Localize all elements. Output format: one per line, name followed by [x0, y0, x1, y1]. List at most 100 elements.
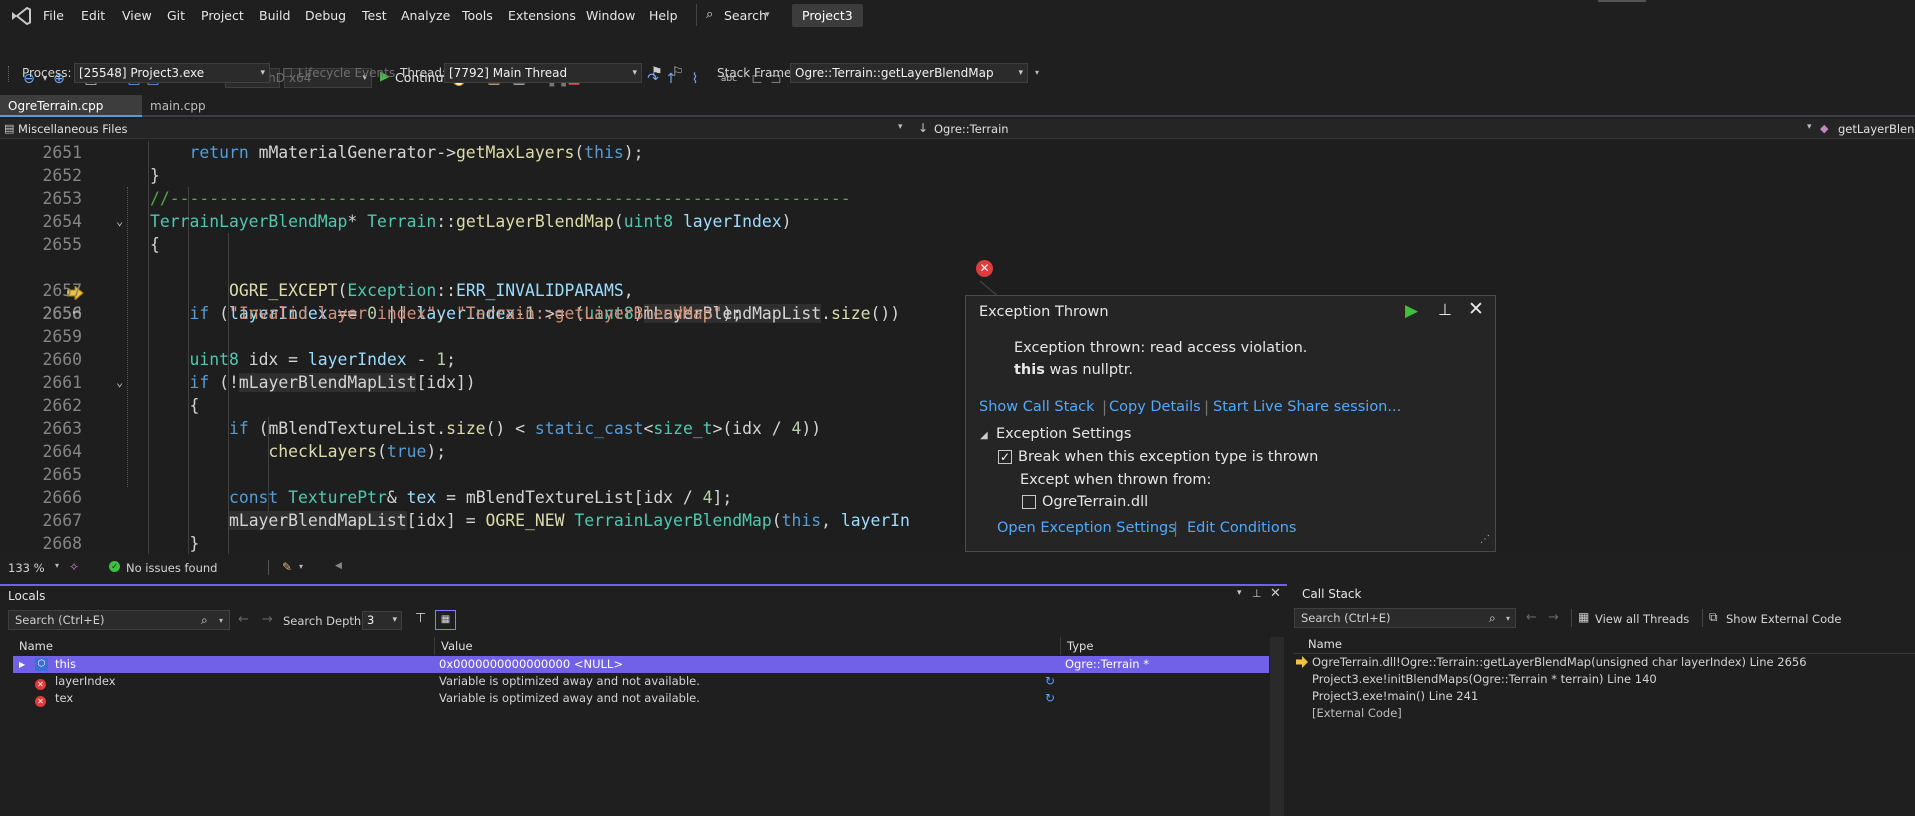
call-stack-frame[interactable]: Project3.exe!main() Line 241: [1294, 688, 1915, 705]
menu-help[interactable]: Help: [649, 8, 678, 23]
except-when-label: Except when thrown from:: [1020, 472, 1212, 488]
chevron-down-icon[interactable]: ▾: [55, 561, 59, 570]
zoom-level[interactable]: 133 %: [8, 561, 45, 575]
threads-icon[interactable]: ▦: [1578, 610, 1589, 624]
break-when-thrown-checkbox[interactable]: ✓ Break when this exception type is throw…: [998, 449, 1318, 465]
search-previous-icon[interactable]: ←: [238, 612, 249, 627]
view-all-threads-button[interactable]: View all Threads: [1595, 612, 1689, 626]
chevron-down-icon[interactable]: ▾: [219, 612, 223, 630]
table-row[interactable]: ✕ layerIndex Variable is optimized away …: [13, 673, 1269, 690]
tab-ogreterrain-cpp[interactable]: OgreTerrain.cpp: [0, 95, 142, 117]
exception-error-icon[interactable]: ✕: [976, 260, 993, 277]
menu-view[interactable]: View: [122, 8, 152, 23]
search-next-icon[interactable]: →: [1548, 610, 1559, 625]
copilot-icon[interactable]: ✧: [69, 560, 79, 574]
edit-conditions-link[interactable]: Edit Conditions: [1187, 520, 1296, 536]
issues-status[interactable]: No issues found: [126, 561, 217, 575]
column-header-name[interactable]: Name: [13, 637, 435, 655]
copy-details-link[interactable]: Copy Details: [1109, 399, 1201, 415]
table-row[interactable]: ✕ tex Variable is optimized away and not…: [13, 690, 1269, 707]
code-line: 2652}: [42, 166, 160, 185]
menu-debug[interactable]: Debug: [305, 8, 346, 23]
call-stack-frame[interactable]: [External Code]: [1294, 705, 1915, 722]
search-next-icon[interactable]: →: [262, 612, 273, 627]
process-combo[interactable]: [25548] Project3.exe ▾: [74, 63, 270, 83]
expand-icon[interactable]: ▶: [19, 656, 25, 673]
refresh-icon[interactable]: ↻: [1045, 690, 1055, 707]
chevron-down-icon[interactable]: ▾: [299, 562, 303, 571]
locals-search-input[interactable]: Search (Ctrl+E) ⌕ ▾: [8, 610, 230, 630]
table-row[interactable]: ▶ ⬡ this 0x0000000000000000 <NULL> Ogre:…: [13, 656, 1269, 673]
continue-play-icon[interactable]: ▶: [1405, 301, 1418, 321]
code-line: 2660 uint8 idx = layerIndex - 1;: [42, 350, 456, 369]
menu-project[interactable]: Project: [201, 8, 244, 23]
call-stack-search-input[interactable]: Search (Ctrl+E) ⌕ ▾: [1294, 608, 1516, 628]
chevron-down-icon[interactable]: ▾: [1807, 122, 1812, 132]
show-call-stack-link[interactable]: Show Call Stack: [979, 399, 1095, 415]
code-line-current: 2656 if (layerIndex == 0 || layerIndex-1…: [0, 256, 1915, 323]
live-share-link[interactable]: Start Live Share session...: [1213, 399, 1401, 415]
collapse-icon[interactable]: ⌄: [116, 210, 123, 233]
toolbar-overflow-icon[interactable]: ▾: [1035, 68, 1039, 77]
menu-git[interactable]: Git: [167, 8, 185, 23]
scroll-left-icon[interactable]: ◀: [335, 561, 342, 571]
scope-dropdown[interactable]: Ogre::Terrain: [934, 122, 1009, 136]
search-icon[interactable]: ⌕: [706, 7, 713, 22]
menu-file[interactable]: File: [43, 8, 64, 23]
menu-window[interactable]: Window: [586, 8, 635, 23]
search-previous-icon[interactable]: ←: [1526, 610, 1537, 625]
thread-combo[interactable]: [7792] Main Thread ▾: [444, 63, 642, 83]
search-icon[interactable]: ⌕: [201, 611, 208, 629]
locals-scrollbar[interactable]: [1270, 637, 1284, 816]
external-code-icon[interactable]: ⧉: [1709, 610, 1718, 625]
local-value[interactable]: 0x0000000000000000 <NULL>: [435, 656, 1055, 673]
menu-tools[interactable]: Tools: [462, 8, 493, 23]
close-icon[interactable]: ✕: [1468, 298, 1484, 320]
code-cleanup-icon[interactable]: ✎: [282, 560, 292, 574]
call-stack-frame[interactable]: Project3.exe!initBlendMaps(Ogre::Terrain…: [1294, 671, 1915, 688]
menu-build[interactable]: Build: [259, 8, 290, 23]
code-editor[interactable]: 2651 return mMaterialGenerator->getMaxLa…: [0, 141, 1915, 554]
collapse-icon[interactable]: ⌄: [116, 371, 123, 394]
close-icon[interactable]: ✕: [1270, 586, 1281, 601]
pin-icon[interactable]: ⊥: [1438, 300, 1452, 319]
module-exception-checkbox[interactable]: OgreTerrain.dll: [1022, 494, 1148, 510]
error-circle-icon: ✕: [35, 693, 50, 710]
call-stack-frame[interactable]: OgreTerrain.dll!Ogre::Terrain::getLayerB…: [1294, 654, 1915, 671]
pin-to-source-icon[interactable]: ⊤: [415, 611, 426, 626]
tab-main-cpp[interactable]: main.cpp: [142, 95, 214, 117]
code-line: 2653//----------------------------------…: [42, 189, 851, 208]
column-header-value[interactable]: Value: [435, 637, 1061, 655]
exception-settings-header[interactable]: Exception Settings: [996, 426, 1131, 442]
menu-search[interactable]: Search: [724, 8, 767, 23]
menu-edit[interactable]: Edit: [81, 8, 105, 23]
lifecycle-events-icon[interactable]: ☐: [282, 66, 293, 80]
column-header-name[interactable]: Name: [1302, 635, 1915, 653]
search-icon[interactable]: ⌕: [1489, 609, 1496, 627]
search-depth-combo[interactable]: 3 ▾: [362, 611, 402, 630]
column-header-type[interactable]: Type: [1061, 637, 1269, 655]
menu-extensions[interactable]: Extensions: [508, 8, 576, 23]
refresh-icon[interactable]: ↻: [1045, 673, 1055, 690]
member-dropdown[interactable]: getLayerBlendM: [1838, 122, 1915, 136]
lifecycle-events-label[interactable]: Lifecycle Events: [298, 66, 395, 80]
collapse-triangle-icon[interactable]: ◢: [980, 430, 988, 441]
show-external-code-button[interactable]: Show External Code: [1726, 612, 1842, 626]
project-dropdown[interactable]: Miscellaneous Files: [18, 122, 128, 136]
hex-display-icon[interactable]: ▦: [435, 610, 456, 630]
menu-test[interactable]: Test: [362, 8, 387, 23]
code-line: 2662 {: [42, 396, 200, 415]
window-options-icon[interactable]: ▾: [1237, 588, 1242, 598]
stack-frame-combo[interactable]: Ogre::Terrain::getLayerBlendMap ▾: [790, 63, 1028, 83]
pin-icon[interactable]: ⊥: [1252, 587, 1262, 600]
code-line: 2654 ⌄ TerrainLayerBlendMap* Terrain::getL…: [42, 210, 792, 233]
open-exception-settings-link[interactable]: Open Exception Settings: [997, 520, 1176, 536]
exception-detail: this was nullptr.: [1014, 362, 1133, 378]
flag-thread-icon[interactable]: ⚑: [651, 65, 663, 80]
chevron-down-icon[interactable]: ▾: [1506, 610, 1510, 628]
show-threads-icon[interactable]: ⚐: [672, 65, 684, 80]
menu-analyze[interactable]: Analyze: [401, 8, 450, 23]
resize-grip-icon[interactable]: ⋰: [1480, 534, 1490, 545]
frame-label: [External Code]: [1312, 706, 1402, 720]
chevron-down-icon[interactable]: ▾: [898, 122, 903, 132]
